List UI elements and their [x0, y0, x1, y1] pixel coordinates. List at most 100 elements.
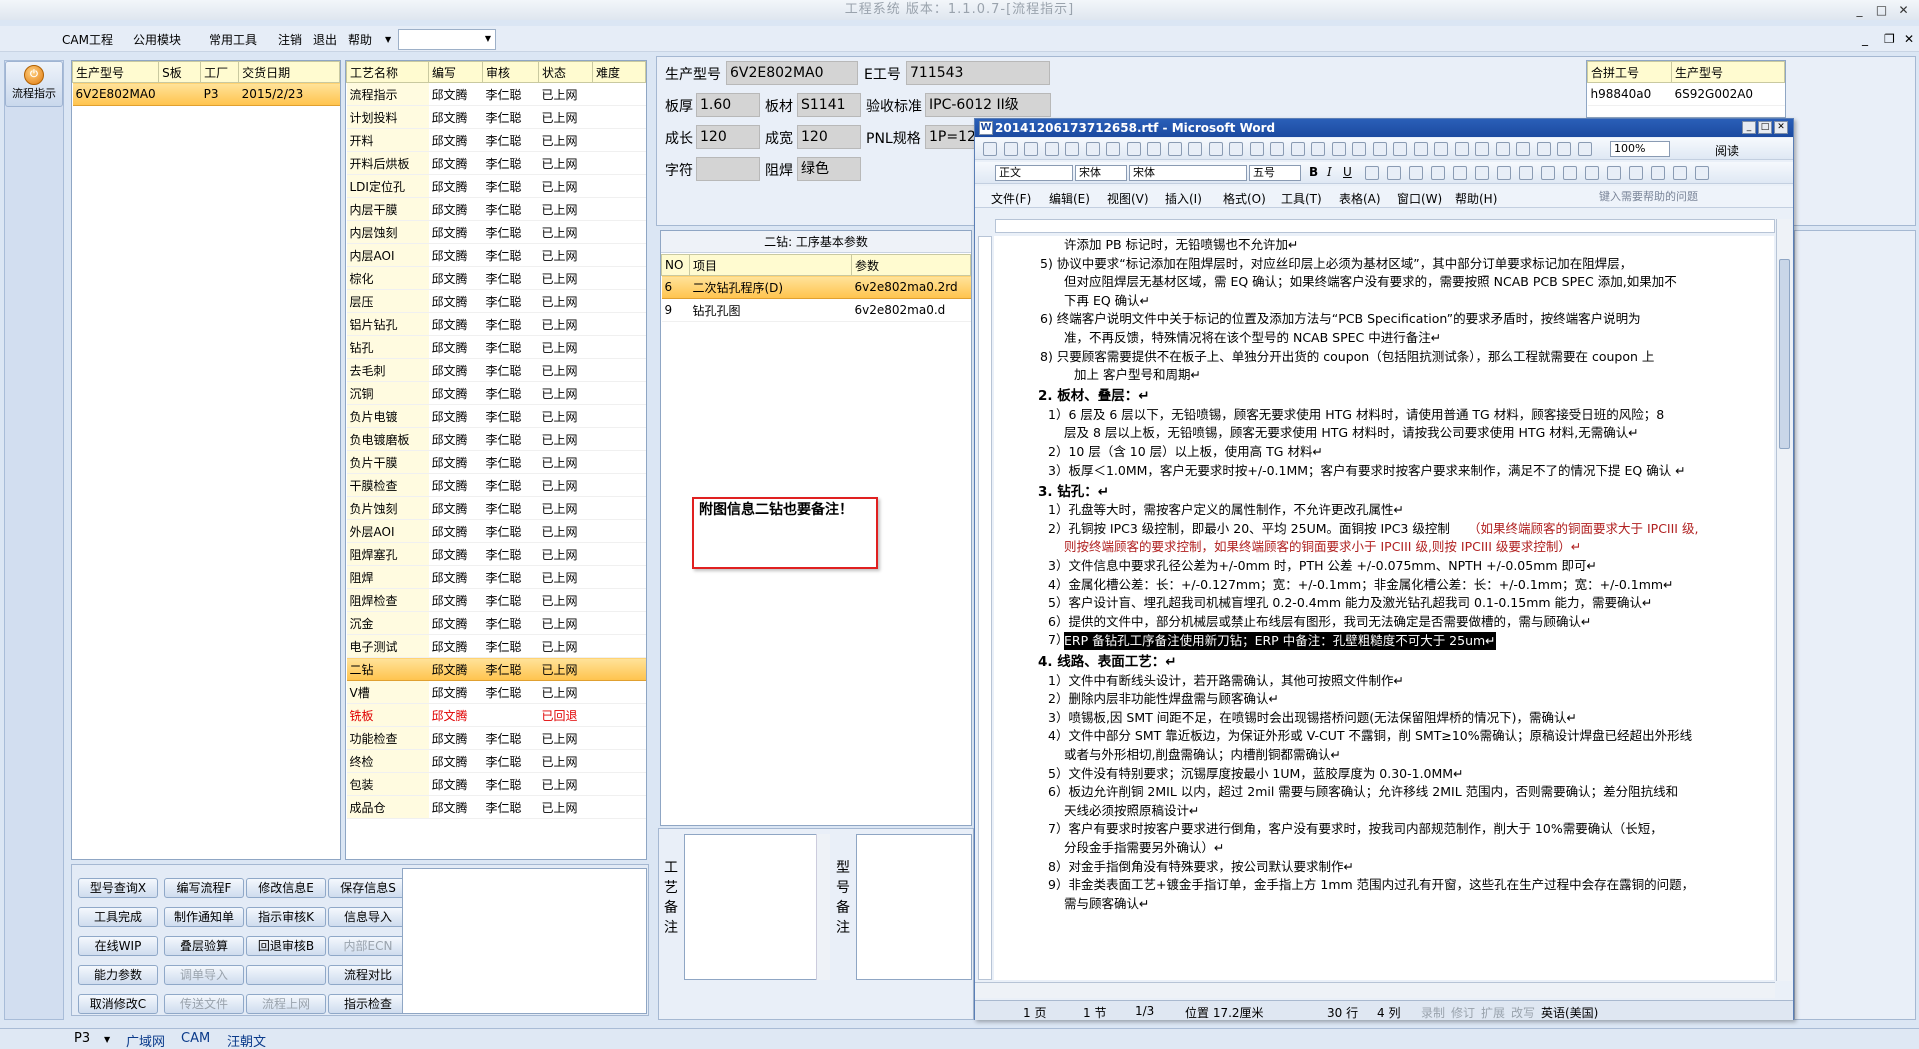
toolbar-icon[interactable]	[1352, 142, 1366, 156]
action-button[interactable]: 回退审核B	[246, 936, 326, 956]
maximize-icon[interactable]: □	[1758, 121, 1772, 134]
wid-field[interactable]: 120	[797, 125, 861, 149]
col-factory[interactable]: 工厂	[200, 61, 240, 83]
table-row[interactable]: 去毛刺 邱文腾 李仁聪 已上网	[346, 358, 646, 382]
toolbar-icon[interactable]	[1557, 142, 1571, 156]
word-menu-item[interactable]: 插入(I)	[1165, 190, 1202, 207]
table-row[interactable]: 负片干膜 邱文腾 李仁聪 已上网	[346, 450, 646, 474]
char-field[interactable]	[696, 157, 760, 181]
table-row[interactable]: 负片电镀 邱文腾 李仁聪 已上网	[346, 404, 646, 428]
minimize-icon[interactable]: _	[1742, 121, 1756, 134]
format-icon[interactable]	[1673, 166, 1687, 180]
underline-icon[interactable]: U	[1343, 165, 1352, 179]
toolbar-icon[interactable]	[1577, 142, 1592, 156]
table-row[interactable]: 开料后烘板 邱文腾 李仁聪 已上网	[346, 151, 646, 175]
action-button[interactable]: 工具完成	[78, 907, 158, 927]
col-merged-job[interactable]: 合拼工号	[1587, 61, 1672, 83]
menu-exit[interactable]: 退出	[313, 31, 337, 48]
word-vertical-scrollbar[interactable]	[1776, 219, 1792, 981]
help-search-input[interactable]: 键入需要帮助的问题	[1599, 189, 1775, 205]
table-row[interactable]: 负片蚀刻 邱文腾 李仁聪 已上网	[346, 496, 646, 520]
toolbar-icon[interactable]	[1188, 142, 1202, 156]
table-row[interactable]: 负电镀磨板 邱文腾 李仁聪 已上网	[346, 427, 646, 451]
action-button[interactable]: 保存信息S	[328, 878, 408, 898]
table-row[interactable]: 计划投料 邱文腾 李仁聪 已上网	[346, 105, 646, 129]
maximize-icon[interactable]: □	[1871, 0, 1893, 20]
bold-icon[interactable]: B	[1309, 165, 1318, 179]
table-row[interactable]: 棕化 邱文腾 李仁聪 已上网	[346, 266, 646, 290]
read-button[interactable]: 阅读	[1715, 142, 1739, 159]
toolbar-icon[interactable]	[1536, 142, 1551, 156]
menu-help[interactable]: 帮助	[348, 31, 372, 48]
mask-field[interactable]: 绿色	[797, 157, 861, 181]
model-remark-field[interactable]	[856, 834, 972, 980]
format-icon[interactable]	[1695, 166, 1709, 180]
chevron-down-icon[interactable]: ▼	[385, 35, 391, 44]
italic-icon[interactable]: I	[1327, 165, 1332, 179]
table-row[interactable]: 阻焊 邱文腾 李仁聪 已上网	[346, 565, 646, 589]
restore-icon[interactable]: ❐	[1884, 32, 1895, 46]
col-writer[interactable]: 编写	[428, 61, 483, 83]
action-button[interactable]: 叠层验算	[164, 936, 244, 956]
format-icon[interactable]	[1541, 166, 1555, 180]
action-button[interactable]: 指示审核K	[246, 907, 326, 927]
table-row[interactable]: 沉铜 邱文腾 李仁聪 已上网	[346, 381, 646, 405]
action-button[interactable]: 能力参数	[78, 965, 158, 985]
table-row[interactable]: 包装 邱文腾 李仁聪 已上网	[346, 772, 646, 796]
format-icon[interactable]	[1431, 166, 1445, 180]
format-icon[interactable]	[1475, 166, 1489, 180]
toolbar-icon[interactable]	[1413, 142, 1428, 156]
style-select[interactable]: 正文	[995, 165, 1073, 181]
module-combo[interactable]: ▼	[398, 29, 496, 50]
action-button[interactable]: 编写流程F	[164, 878, 244, 898]
col-difficulty[interactable]: 难度	[592, 61, 646, 83]
toolbar-icon[interactable]	[1167, 142, 1182, 156]
table-row[interactable]: 外层AOI 邱文腾 李仁聪 已上网	[346, 519, 646, 543]
word-horizontal-scrollbar[interactable]	[975, 982, 1775, 998]
table-row[interactable]: 流程指示 邱文腾 李仁聪 已上网	[346, 82, 646, 106]
col-status[interactable]: 状态	[538, 61, 593, 83]
format-icon[interactable]	[1607, 166, 1621, 180]
col-model[interactable]: 生产型号	[71, 61, 160, 83]
table-row[interactable]: 开料 邱文腾 李仁聪 已上网	[346, 128, 646, 152]
format-icon[interactable]	[1497, 166, 1511, 180]
status-record[interactable]: 录制	[1421, 1004, 1445, 1021]
nav-process-button[interactable]: ⏻ 流程指示	[5, 61, 63, 107]
table-row[interactable]: 6 二次钻孔程序(D) 6v2e802ma0.2rd	[661, 275, 971, 299]
table-row[interactable]: 电子测试 邱文腾 李仁聪 已上网	[346, 634, 646, 658]
toolbar-icon[interactable]	[983, 142, 997, 156]
col-process-name[interactable]: 工艺名称	[346, 61, 429, 83]
word-menu-item[interactable]: 工具(T)	[1281, 190, 1322, 207]
close-icon[interactable]: ✕	[1904, 32, 1914, 46]
action-button[interactable]: 内部ECN	[328, 936, 408, 956]
table-row[interactable]: 6V2E802MA0 P3 2015/2/23	[72, 82, 340, 106]
format-icon[interactable]	[1629, 166, 1643, 180]
table-row[interactable]: 终检 邱文腾 李仁聪 已上网	[346, 749, 646, 773]
table-row[interactable]: 阻焊塞孔 邱文腾 李仁聪 已上网	[346, 542, 646, 566]
table-row[interactable]: 成品仓 邱文腾 李仁聪 已上网	[346, 795, 646, 819]
table-row[interactable]: 钻孔 邱文腾 李仁聪 已上网	[346, 335, 646, 359]
col-reviewer[interactable]: 审核	[482, 61, 539, 83]
toolbar-icon[interactable]	[1003, 142, 1018, 156]
format-icon[interactable]	[1453, 166, 1467, 180]
col-no[interactable]: NO	[661, 254, 690, 276]
action-button[interactable]: 在线WIP	[78, 936, 158, 956]
format-icon[interactable]	[1409, 166, 1423, 180]
toolbar-icon[interactable]	[1516, 142, 1530, 156]
toolbar-icon[interactable]	[1495, 142, 1510, 156]
table-row[interactable]: V槽 邱文腾 李仁聪 已上网	[346, 680, 646, 704]
toolbar-icon[interactable]	[1454, 142, 1469, 156]
table-row[interactable]: 内层AOI 邱文腾 李仁聪 已上网	[346, 243, 646, 267]
col-merged-model[interactable]: 生产型号	[1671, 61, 1785, 83]
zoom-select[interactable]: 100%	[1610, 141, 1670, 157]
action-button[interactable]: 传送文件	[164, 994, 244, 1014]
table-row[interactable]: 内层蚀刻 邱文腾 李仁聪 已上网	[346, 220, 646, 244]
word-menu-item[interactable]: 表格(A)	[1339, 190, 1381, 207]
format-icon[interactable]	[1563, 166, 1577, 180]
col-item[interactable]: 项目	[689, 254, 852, 276]
close-icon[interactable]: ✕	[1893, 0, 1915, 20]
table-row[interactable]: 内层干膜 邱文腾 李仁聪 已上网	[346, 197, 646, 221]
table-row[interactable]: h98840a0 6S92G002A0	[1587, 82, 1785, 106]
std-field[interactable]: IPC-6012 II级	[925, 93, 1051, 117]
table-row[interactable]: 沉金 邱文腾 李仁聪 已上网	[346, 611, 646, 635]
